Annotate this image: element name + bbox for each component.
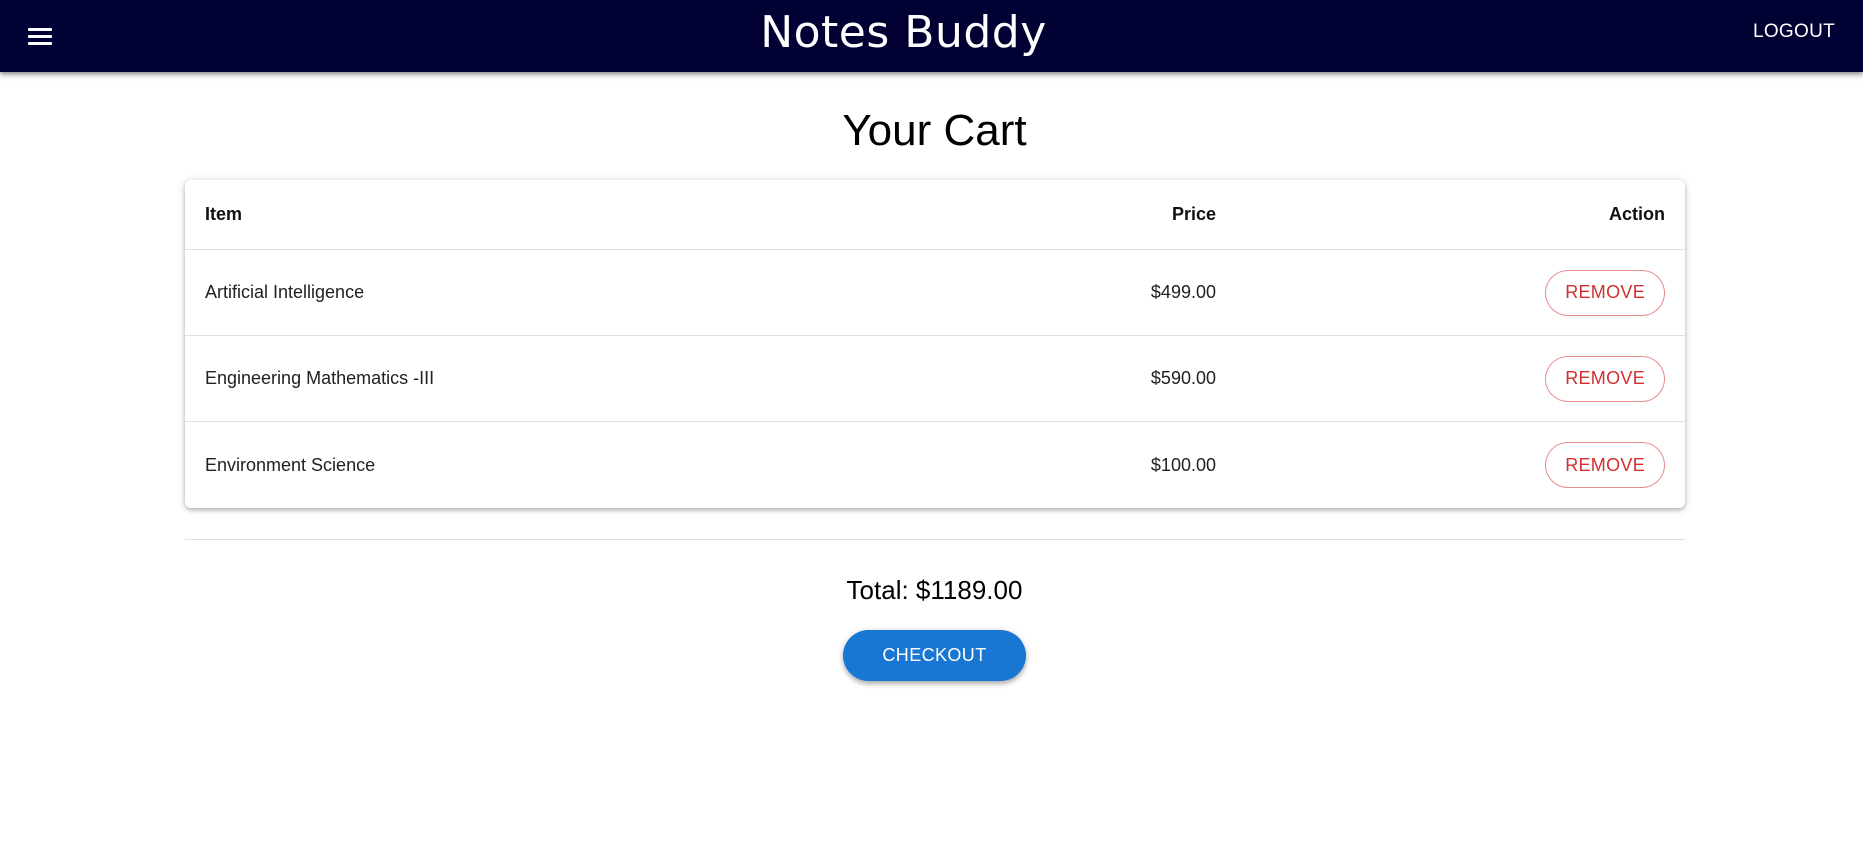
- remove-button[interactable]: REMOVE: [1545, 442, 1665, 488]
- item-price: $590.00: [1150, 368, 1216, 388]
- table-row: Environment Science $100.00 REMOVE: [185, 422, 1685, 508]
- item-name: Artificial Intelligence: [205, 282, 365, 302]
- column-header-item: Item: [205, 204, 243, 224]
- cart-table: Item Price Action Artificial Intelligenc…: [185, 180, 1685, 508]
- remove-button[interactable]: REMOVE: [1545, 355, 1665, 402]
- item-name: Engineering Mathematics -III: [205, 368, 435, 388]
- app-title: Notes Buddy: [760, 7, 1047, 58]
- column-header-action: Action: [1609, 204, 1665, 224]
- item-name: Environment Science: [205, 454, 376, 475]
- table-row: Engineering Mathematics -III $590.00 REM…: [185, 336, 1685, 422]
- checkout-button[interactable]: CHECKOUT: [843, 630, 1026, 681]
- table-row: Artificial Intelligence $499.00 REMOVE: [185, 250, 1685, 336]
- page-title: Your Cart: [842, 106, 1027, 155]
- cart-total: Total: $1189.00: [846, 575, 1023, 605]
- table-header-row: Item Price Action: [185, 180, 1685, 250]
- section-divider: [185, 539, 1685, 540]
- action-cell: REMOVE: [1545, 336, 1665, 421]
- remove-button[interactable]: REMOVE: [1545, 269, 1665, 316]
- app-bar: Notes Buddy LOGOUT: [0, 0, 1863, 72]
- action-cell: REMOVE: [1545, 250, 1665, 335]
- item-price: $100.00: [1150, 454, 1216, 475]
- item-price: $499.00: [1150, 282, 1216, 302]
- column-header-price: Price: [1171, 204, 1216, 224]
- logout-button[interactable]: LOGOUT: [1741, 15, 1847, 49]
- action-cell: REMOVE: [1545, 422, 1665, 508]
